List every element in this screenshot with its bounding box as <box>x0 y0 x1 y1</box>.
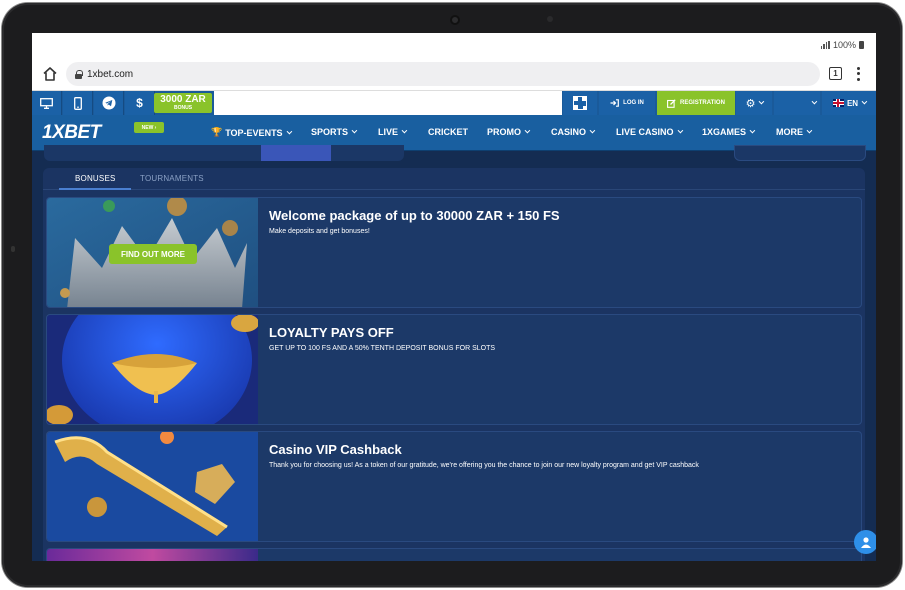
promo-card-vip-cashback[interactable]: Casino VIP Cashback Thank you for choosi… <box>46 431 862 542</box>
gear-icon: ⚙ <box>745 97 756 110</box>
nav-label: 1XGAMES <box>702 127 747 137</box>
screen: 100% 1xbet.com 1 $ 3000 ZAR BONUS LOG IN… <box>32 33 876 561</box>
promo-image-partial <box>47 549 258 561</box>
sensor <box>547 16 553 22</box>
nav-label: LIVE CASINO <box>616 127 674 137</box>
vip-cashback-image <box>47 432 258 541</box>
qr-code-icon[interactable] <box>563 91 597 115</box>
nav-sports[interactable]: SPORTS <box>311 127 358 137</box>
nav-promo[interactable]: PROMO <box>487 127 531 137</box>
nav-cricket[interactable]: CRICKET <box>428 127 468 137</box>
card-subtitle: Thank you for choosing us! As a token of… <box>269 462 699 469</box>
home-icon[interactable] <box>42 66 58 82</box>
registration-button[interactable]: REGISTRATION <box>657 91 735 115</box>
odds-format-select[interactable] <box>774 91 820 115</box>
browser-menu-icon[interactable] <box>854 66 862 82</box>
telegram-icon[interactable] <box>94 91 124 115</box>
bonus-label: BONUS <box>173 105 193 111</box>
nav-more[interactable]: MORE <box>776 127 813 137</box>
url-text: 1xbet.com <box>87 68 134 80</box>
loyalty-face-image <box>47 315 258 424</box>
card-subtitle: GET UP TO 100 FS AND A 50% TENTH DEPOSIT… <box>269 345 496 352</box>
chevron-down-icon <box>286 128 292 134</box>
tab-tournaments[interactable]: TOURNAMENTS <box>140 174 204 183</box>
tablet-frame: 100% 1xbet.com 1 $ 3000 ZAR BONUS LOG IN… <box>2 3 902 587</box>
settings-button[interactable]: ⚙ <box>736 91 772 115</box>
nav-live[interactable]: LIVE <box>378 127 408 137</box>
nav-label: PROMO <box>487 127 522 137</box>
dollar-icon[interactable]: $ <box>125 91 155 115</box>
address-bar[interactable]: 1xbet.com <box>66 62 820 86</box>
promo-card-welcome[interactable]: FIND OUT MORE Welcome package of up to 3… <box>46 197 862 308</box>
nav-label: MORE <box>776 127 803 137</box>
promo-tabs: BONUSES TOURNAMENTS <box>43 168 865 190</box>
lock-icon <box>75 70 83 79</box>
category-search[interactable] <box>734 145 866 161</box>
side-button <box>11 246 15 252</box>
login-icon <box>610 99 620 107</box>
nav-label: SPORTS <box>311 127 349 137</box>
chevron-down-icon <box>677 127 683 134</box>
chevron-down-icon <box>811 98 818 105</box>
chevron-down-icon <box>401 127 408 134</box>
chevron-down-icon <box>524 127 531 134</box>
signal-icon <box>820 41 830 49</box>
category-icon-bar[interactable] <box>44 145 404 161</box>
uk-flag-icon <box>832 99 844 107</box>
login-button[interactable]: LOG IN <box>599 91 655 115</box>
chevron-down-icon <box>806 127 813 134</box>
registration-label: REGISTRATION <box>680 100 725 106</box>
nav-top-events[interactable]: 🏆 TOP-EVENTS <box>211 127 292 138</box>
browser-toolbar: 1xbet.com 1 <box>32 58 876 91</box>
status-icons: 100% <box>820 40 864 50</box>
nav-label: LIVE <box>378 127 399 137</box>
tab-bonuses[interactable]: BONUSES <box>75 174 116 183</box>
user-icon <box>861 537 871 548</box>
site-topbar: $ 3000 ZAR BONUS LOG IN REGISTRATION ⚙ E… <box>32 91 876 115</box>
trophy-icon: 🏆 <box>211 127 223 137</box>
promo-card-partial[interactable] <box>46 548 862 561</box>
chevron-down-icon <box>749 127 756 134</box>
mobile-icon[interactable] <box>63 91 93 115</box>
tab-active-indicator <box>59 188 131 190</box>
nav-casino[interactable]: CASINO <box>551 127 596 137</box>
nav-label: CASINO <box>551 127 587 137</box>
battery-icon <box>859 41 864 49</box>
battery-percent: 100% <box>832 40 856 50</box>
desktop-icon[interactable] <box>32 91 62 115</box>
support-chat-button[interactable] <box>854 530 876 554</box>
new-badge-label: NEW <box>141 124 154 131</box>
category-strip <box>32 145 876 161</box>
nav-live-casino[interactable]: LIVE CASINO <box>616 127 683 137</box>
new-badge: NEW › <box>134 122 164 133</box>
language-select[interactable]: EN <box>822 91 876 115</box>
card-title: LOYALTY PAYS OFF <box>269 325 394 340</box>
chevron-down-icon <box>589 127 596 134</box>
status-bar: 100% <box>32 33 876 58</box>
nav-label: CRICKET <box>428 127 468 137</box>
card-subtitle: Make deposits and get bonuses! <box>269 228 370 235</box>
tab-switcher-button[interactable]: 1 <box>829 67 842 80</box>
find-out-more-button[interactable]: FIND OUT MORE <box>109 244 197 264</box>
topbar-spacer <box>214 91 562 115</box>
site-logo[interactable]: 1XBET <box>42 122 101 144</box>
category-active[interactable] <box>261 145 331 161</box>
chevron-down-icon <box>759 98 765 105</box>
promo-card-loyalty[interactable]: LOYALTY PAYS OFF GET UP TO 100 FS AND A … <box>46 314 862 425</box>
promotions-panel: BONUSES TOURNAMENTS FIND OUT MORE Welcom… <box>43 168 865 561</box>
page-content: BONUSES TOURNAMENTS FIND OUT MORE Welcom… <box>32 145 876 561</box>
chevron-down-icon <box>861 98 868 105</box>
nav-label: TOP-EVENTS <box>225 127 283 138</box>
chevron-down-icon <box>351 127 358 134</box>
front-camera <box>450 15 460 25</box>
card-title: Casino VIP Cashback <box>269 442 402 457</box>
edit-icon <box>667 98 676 108</box>
language-label: EN <box>846 98 859 108</box>
nav-1xgames[interactable]: 1XGAMES <box>702 127 756 137</box>
login-label: LOG IN <box>623 100 644 106</box>
card-title: Welcome package of up to 30000 ZAR + 150… <box>269 208 560 223</box>
bonus-amount: 3000 ZAR <box>160 94 206 105</box>
bonus-chip[interactable]: 3000 ZAR BONUS <box>154 93 212 113</box>
